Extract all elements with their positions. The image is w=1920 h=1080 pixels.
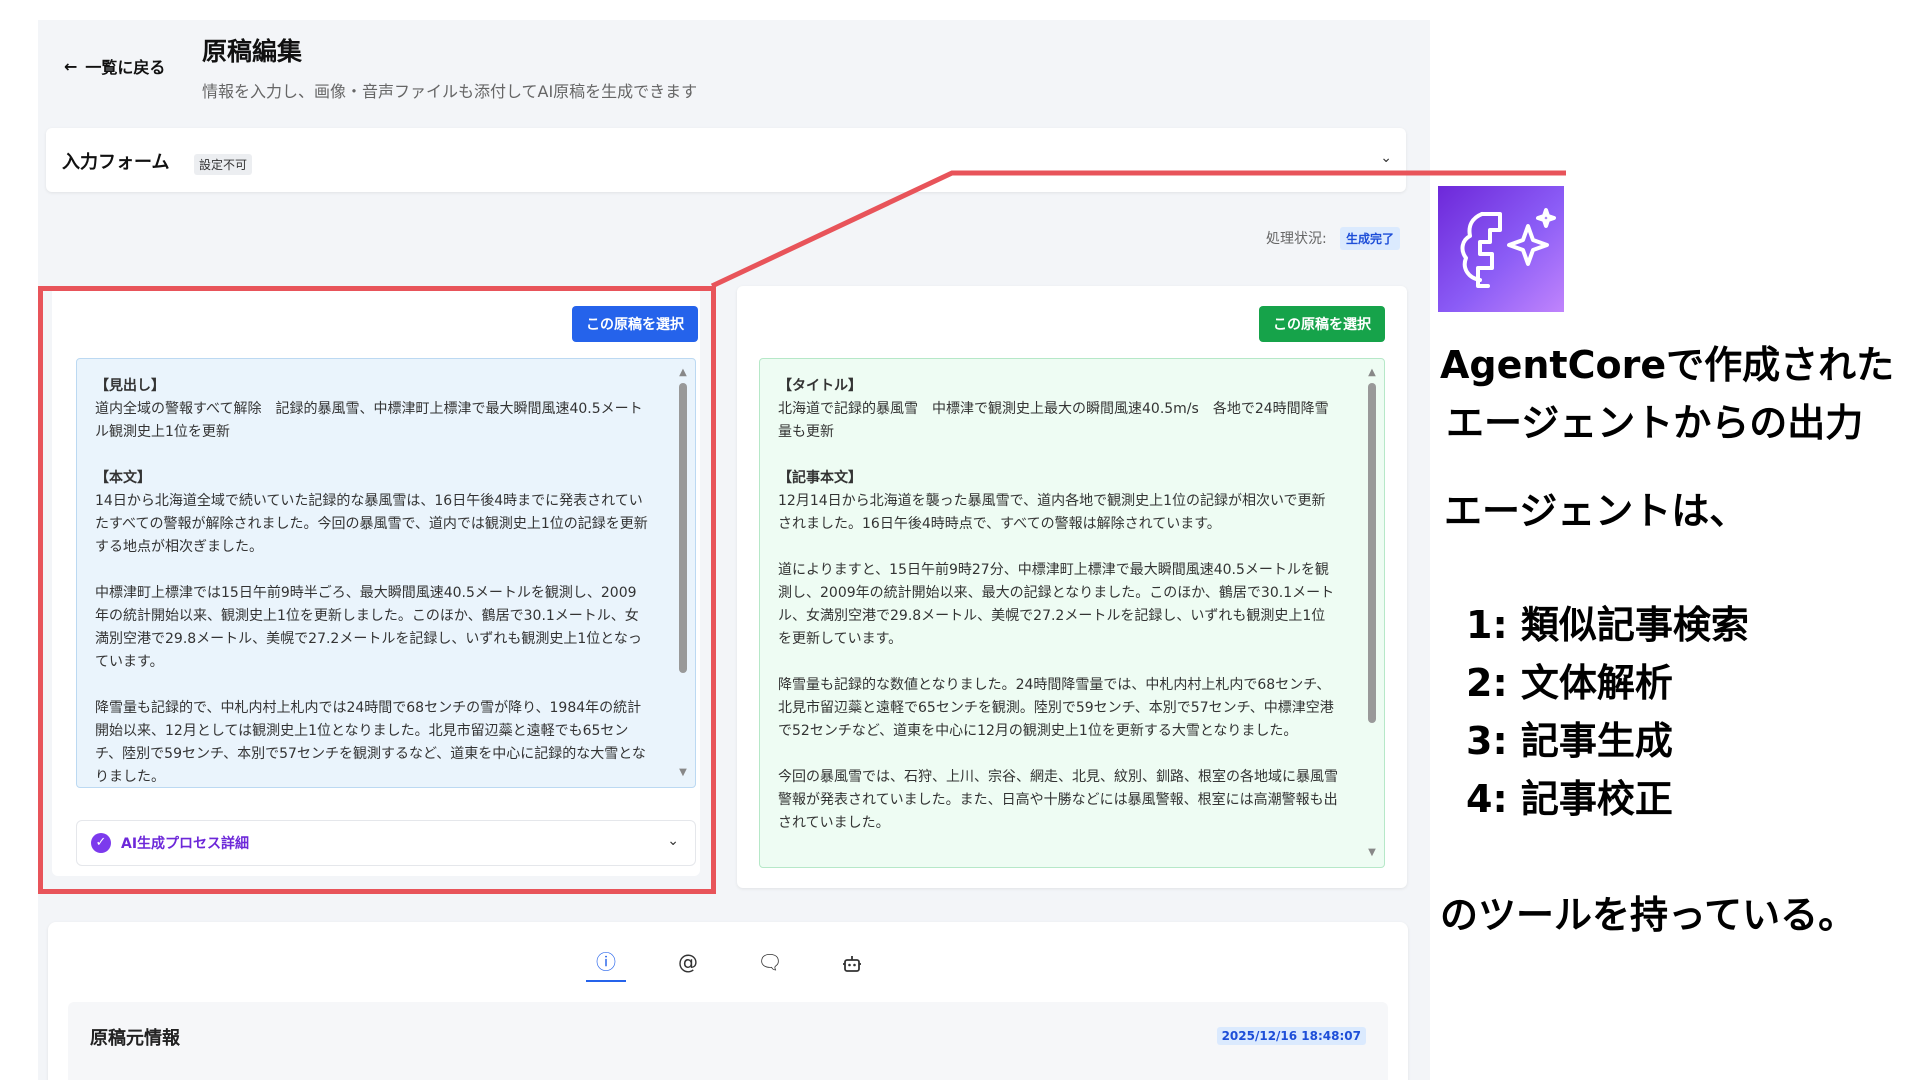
bedrock-agentcore-logo-icon [1438, 186, 1564, 312]
annotation-tool-4: 4: 記事校正 [1466, 777, 1673, 821]
annotation-line-3: エージェントは、 [1444, 489, 1748, 533]
annotation-line-2: エージェントからの出力 [1446, 401, 1864, 445]
annotation-line-1: AgentCoreで作成された [1440, 343, 1895, 387]
annotation-tool-2: 2: 文体解析 [1466, 661, 1673, 705]
annotation-tool-1: 1: 類似記事検索 [1466, 603, 1749, 647]
annotation-line-4: のツールを持っている。 [1440, 893, 1857, 937]
annotation-tool-3: 3: 記事生成 [1466, 719, 1673, 763]
